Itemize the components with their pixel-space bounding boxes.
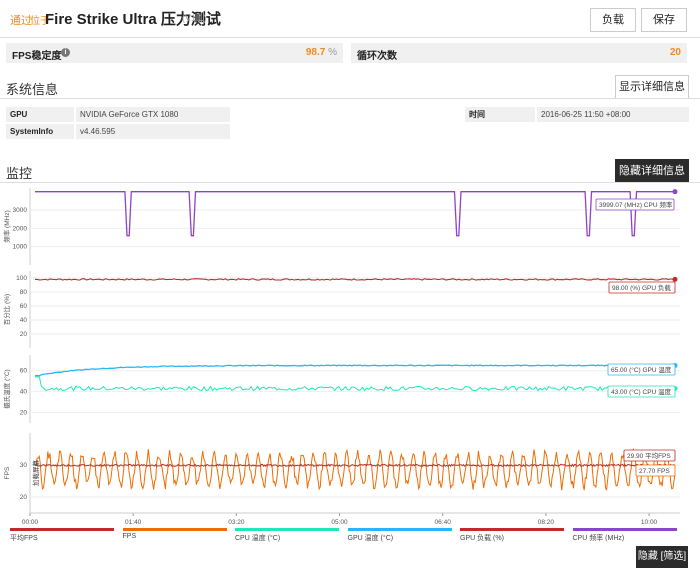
show-details-button[interactable]: 显示详细信息 [615,75,689,99]
gpu-key: GPU [6,107,74,122]
series-line-cpu-freq [35,191,675,237]
y-tick-label: 60 [20,303,28,310]
x-tick-label: 06:40 [435,519,452,526]
loading-screen-annotation: 加载屏幕 [31,460,40,487]
legend-label: CPU 频率 (MHz) [572,535,625,542]
tooltip-cpu-temp: 43.00 (°C) CPU 温度 [611,387,672,396]
x-tick-label: 03:20 [228,519,245,526]
legend-label: 平均FPS [10,535,38,542]
monitor-title: 监控 [6,167,33,182]
y-axis-label: 频率 (MHz) [2,210,11,243]
divider [0,98,700,99]
time-value: 2016-06-25 11:50 +08:00 [537,107,689,122]
x-tick-label: 00:00 [22,519,39,526]
series-line-cpu-temp [34,375,676,392]
legend-swatch [10,528,114,531]
legend-gpu-temp[interactable]: GPU 温度 (°C) [347,528,456,542]
legend-label: GPU 负载 (%) [460,535,504,542]
legend-label: FPS [122,533,137,540]
time-key: 时间 [465,107,535,122]
legend-swatch [235,528,339,531]
tooltip-gpu-load: 98.00 (%) GPU 负载 [612,283,671,292]
loops-label: 循环次数 [357,51,397,62]
legend-label: CPU 温度 (°C) [235,535,281,542]
app-header: 通过 位于 Fire Strike Ultra 压力测试 (V1.1) 负载 保… [0,0,700,38]
y-tick-label: 2000 [13,225,28,232]
legend-swatch [347,528,452,531]
gpu-value: NVIDIA GeForce GTX 1080 [76,107,230,122]
x-tick-label: 01:40 [125,519,142,526]
y-tick-label: 20 [20,494,28,501]
x-tick-label: 05:00 [331,519,348,526]
tooltip-fps: 27.70 FPS [639,468,670,475]
y-tick-label: 40 [20,389,28,396]
series-endpoint [672,189,678,195]
series-line-gpu-load [34,278,676,281]
y-axis-label: 百分比 (%) [2,294,11,325]
series-line-fps [34,447,676,491]
version-label: (V1.1) [182,13,207,23]
status-badge: 通过 [10,15,32,27]
y-axis-label: FPS [4,466,11,479]
fps-stability-metric: FPS稳定度 i 98.7 % [6,43,343,63]
loops-metric: 循环次数 20 [351,43,687,63]
y-tick-label: 40 [20,317,28,324]
x-tick-label: 08:20 [538,519,555,526]
systeminfo-key: SystemInfo [6,124,74,139]
y-tick-label: 20 [20,410,28,417]
legend-swatch [122,528,227,531]
y-tick-label: 100 [16,275,27,282]
fps-stability-value: 98.7 % [305,47,337,58]
series-endpoint [672,276,678,282]
legend-label: GPU 温度 (°C) [347,535,394,542]
legend-fps[interactable]: FPS [122,528,231,542]
x-tick-label: 10:00 [641,519,658,526]
hide-details-button[interactable]: 隐藏详细信息 [615,159,689,183]
fps-stability-label: FPS稳定度 [12,51,62,62]
legend-swatch [460,528,564,531]
y-axis-label: 摄氏温度 (°C) [2,369,11,408]
legend-swatch [572,528,677,531]
tooltip-avg-fps: 29.90 平均FPS [627,451,671,460]
y-tick-label: 80 [20,289,28,296]
y-tick-label: 20 [20,331,28,338]
y-tick-label: 60 [20,368,28,375]
filter-button[interactable]: 隐藏 [筛选] [636,546,688,568]
system-info-title: 系统信息 [6,83,59,98]
y-tick-label: 1000 [13,244,28,251]
legend-gpu-load[interactable]: GPU 负载 (%) [460,528,568,542]
legend-avg-fps[interactable]: 平均FPS [10,528,118,542]
monitor-chart: 1000 2000 3000频率 (MHz) 20 40 60 80 100 百分比 (%) 20… [2,188,680,526]
loops-value: 20 [669,47,681,58]
info-icon[interactable]: i [61,48,70,57]
save-button[interactable]: 保存 [641,8,687,32]
systeminfo-value: v4.46.595 [76,124,230,139]
load-button[interactable]: 负载 [590,8,636,32]
tooltip-gpu-temp: 65.00 (°C) GPU 温度 [611,365,672,374]
y-tick-label: 30 [20,462,28,469]
legend-cpu-freq[interactable]: CPU 频率 (MHz) [572,528,681,542]
legend-cpu-temp[interactable]: CPU 温度 (°C) [235,528,343,542]
y-tick-label: 3000 [13,207,28,214]
tooltip-cpu-freq: 3999.07 (MHz) CPU 频率 [599,200,673,209]
